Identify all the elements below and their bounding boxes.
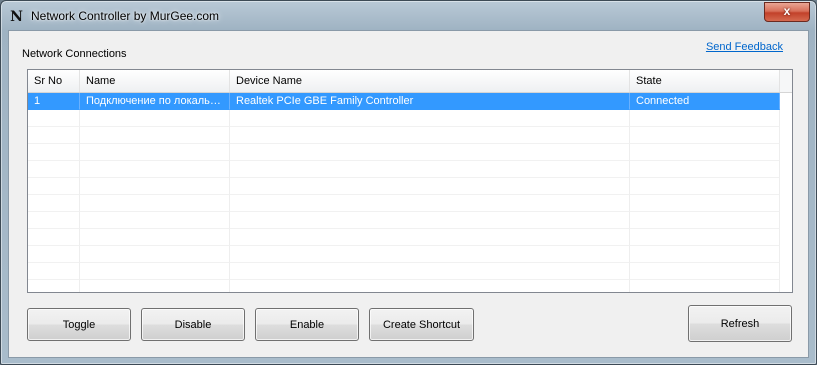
cell-device-name: Realtek PCIe GBE Family Controller xyxy=(230,93,630,110)
cell-name: Подключение по локаль… xyxy=(80,93,230,110)
list-header: Sr No Name Device Name State xyxy=(28,70,792,93)
empty-cell xyxy=(230,246,630,263)
empty-cell xyxy=(28,110,80,127)
table-row[interactable]: 1 Подключение по локаль… Realtek PCIe GB… xyxy=(28,93,792,110)
empty-cell xyxy=(80,246,230,263)
window-title: Network Controller by MurGee.com xyxy=(31,9,220,23)
close-icon: x xyxy=(783,4,791,18)
empty-cell xyxy=(630,161,780,178)
empty-cell xyxy=(80,161,230,178)
empty-cell xyxy=(230,229,630,246)
empty-row xyxy=(28,229,792,246)
empty-cell xyxy=(80,212,230,229)
empty-cell xyxy=(230,263,630,280)
empty-cell xyxy=(80,229,230,246)
network-connections-label: Network Connections xyxy=(22,48,127,60)
column-header-device-name[interactable]: Device Name xyxy=(230,70,630,92)
connections-list[interactable]: Sr No Name Device Name State 1 Подключен… xyxy=(27,69,793,293)
empty-row xyxy=(28,127,792,144)
cell-state: Connected xyxy=(630,93,780,110)
enable-button[interactable]: Enable xyxy=(255,308,359,341)
empty-cell xyxy=(28,263,80,280)
empty-row xyxy=(28,110,792,127)
cell-sr-no: 1 xyxy=(28,93,80,110)
empty-cell xyxy=(230,110,630,127)
send-feedback-link[interactable]: Send Feedback xyxy=(706,41,783,53)
empty-cell xyxy=(230,144,630,161)
empty-cell xyxy=(80,263,230,280)
column-header-name[interactable]: Name xyxy=(80,70,230,92)
app-window: N Network Controller by MurGee.com x Net… xyxy=(0,0,817,365)
empty-cell xyxy=(230,195,630,212)
empty-cell xyxy=(80,127,230,144)
empty-cell xyxy=(28,178,80,195)
empty-row xyxy=(28,246,792,263)
empty-cell xyxy=(28,144,80,161)
refresh-button[interactable]: Refresh xyxy=(688,305,792,342)
empty-cell xyxy=(28,212,80,229)
empty-cell xyxy=(630,229,780,246)
empty-row xyxy=(28,144,792,161)
empty-cell xyxy=(630,195,780,212)
toggle-button[interactable]: Toggle xyxy=(27,308,131,341)
empty-row xyxy=(28,161,792,178)
empty-cell xyxy=(630,178,780,195)
empty-row xyxy=(28,263,792,280)
empty-cell xyxy=(630,110,780,127)
empty-cell xyxy=(28,280,80,292)
empty-cell xyxy=(28,229,80,246)
empty-cell xyxy=(80,195,230,212)
empty-cell xyxy=(80,280,230,292)
empty-cell xyxy=(28,161,80,178)
empty-cell xyxy=(230,280,630,292)
empty-cell xyxy=(630,280,780,292)
header-filler xyxy=(779,70,792,92)
empty-row xyxy=(28,178,792,195)
empty-cell xyxy=(80,110,230,127)
disable-button[interactable]: Disable xyxy=(141,308,245,341)
empty-cell xyxy=(630,127,780,144)
create-shortcut-button[interactable]: Create Shortcut xyxy=(369,308,474,341)
empty-cell xyxy=(28,127,80,144)
empty-cell xyxy=(630,212,780,229)
empty-cell xyxy=(230,127,630,144)
app-logo-icon: N xyxy=(10,9,23,25)
column-header-state[interactable]: State xyxy=(630,70,780,92)
empty-cell xyxy=(630,144,780,161)
empty-cell xyxy=(230,178,630,195)
empty-row xyxy=(28,195,792,212)
empty-row xyxy=(28,212,792,229)
empty-cell xyxy=(230,212,630,229)
empty-cell xyxy=(630,263,780,280)
column-header-sr-no[interactable]: Sr No xyxy=(28,70,80,92)
empty-cell xyxy=(230,161,630,178)
empty-cell xyxy=(80,178,230,195)
close-button[interactable]: x xyxy=(764,2,810,22)
empty-cell xyxy=(80,144,230,161)
empty-cell xyxy=(28,246,80,263)
client-area: Network Connections Send Feedback Sr No … xyxy=(8,30,809,358)
empty-row xyxy=(28,280,792,292)
title-bar[interactable]: N Network Controller by MurGee.com x xyxy=(1,1,816,31)
empty-cell xyxy=(630,246,780,263)
empty-cell xyxy=(28,195,80,212)
